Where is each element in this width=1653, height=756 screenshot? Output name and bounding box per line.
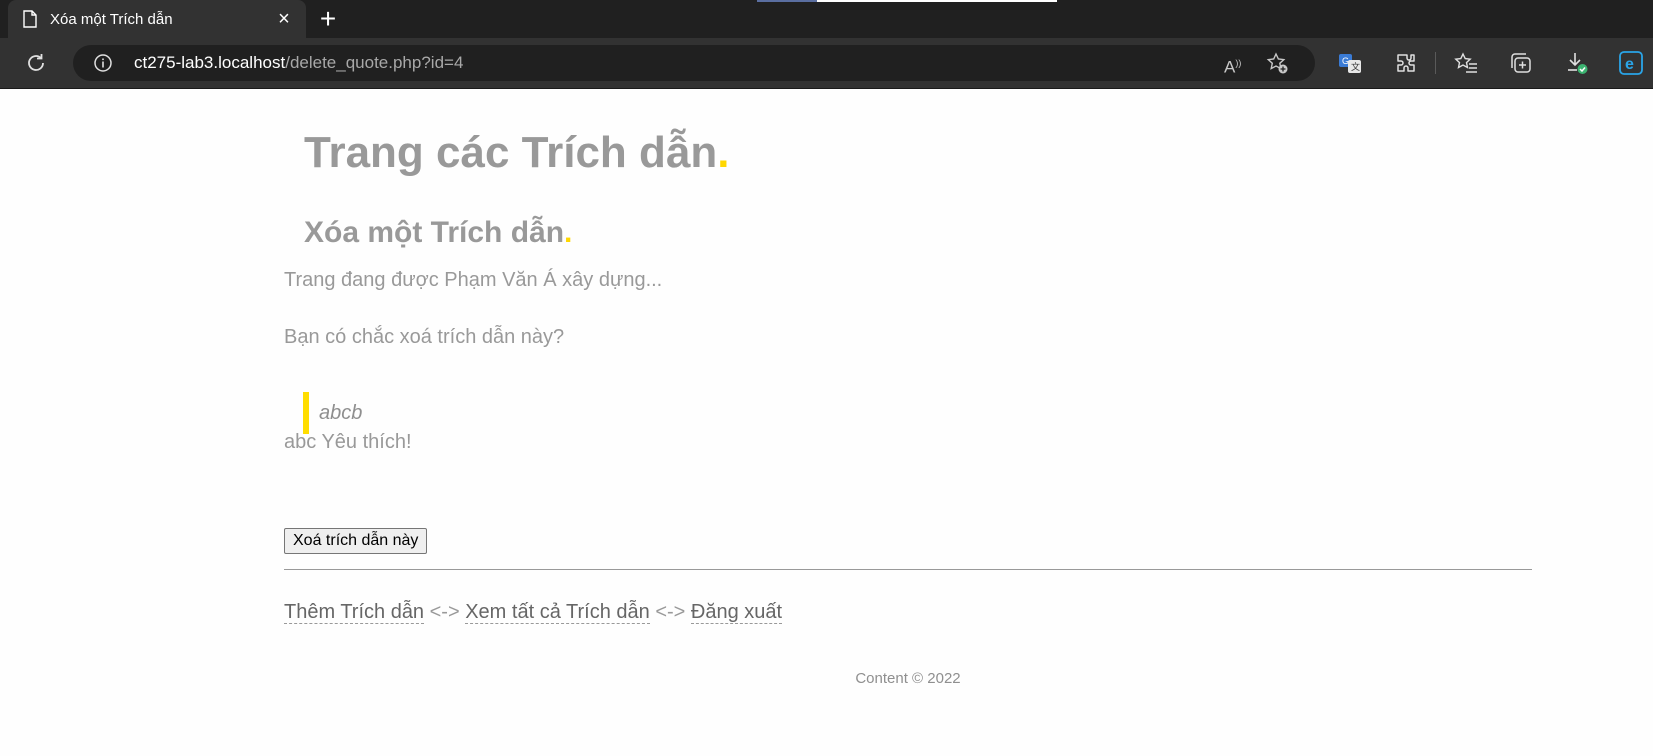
page-heading: Xóa một Trích dẫn. [304,216,572,250]
toolbar-separator [1435,52,1436,74]
svg-text:G: G [1342,56,1349,66]
browser-toolbar: ct275-lab3.localhost/delete_quote.php?id… [0,38,1653,89]
site-title-text: Trang các Trích dẫn [304,128,718,177]
edge-icon[interactable]: e [1618,50,1644,76]
tab-title: Xóa một Trích dẫn [50,10,173,28]
reload-icon[interactable] [24,51,48,75]
site-title: Trang các Trích dẫn. [304,128,730,178]
add-favorite-icon[interactable] [1265,51,1289,75]
extensions-icon[interactable] [1393,50,1419,76]
downloads-icon[interactable] [1564,50,1590,76]
svg-text:文: 文 [1351,61,1360,72]
new-tab-icon[interactable]: + [316,5,340,33]
tab-strip-indicator [757,0,1057,2]
url-text[interactable]: ct275-lab3.localhost/delete_quote.php?id… [134,53,463,73]
address-bar[interactable]: ct275-lab3.localhost/delete_quote.php?id… [73,45,1315,81]
translate-icon[interactable]: G文 [1337,50,1363,76]
building-note: Trang đang được Phạm Văn Á xây dựng... [284,269,663,291]
url-host: ct275-lab3.localhost [134,53,286,72]
view-all-quotes-link[interactable]: Xem tất cả Trích dẫn [465,601,650,624]
logout-link[interactable]: Đăng xuất [690,601,783,624]
close-icon[interactable]: × [274,9,294,29]
add-quote-link[interactable]: Thêm Trích dẫn [284,601,425,624]
svg-text:e: e [1625,56,1634,73]
page-heading-dot: . [564,216,573,249]
site-title-dot: . [717,128,730,177]
quote-author: abc Yêu thích! [284,431,412,453]
tab-bar: Xóa một Trích dẫn × + [0,0,1653,38]
quote-text: abcb [319,401,363,424]
browser-tab[interactable]: Xóa một Trích dẫn × [8,0,306,38]
info-icon[interactable] [93,53,113,73]
delete-quote-button[interactable]: Xoá trích dẫn này [284,528,428,554]
nav-separator: <-> [429,601,460,623]
read-aloud-icon[interactable]: A)) [1224,52,1246,77]
page-heading-text: Xóa một Trích dẫn [304,216,565,249]
divider [284,569,1532,570]
quote-block: abcb [303,392,362,434]
footer-copyright: Content © 2022 [855,670,961,687]
footer-nav: Thêm Trích dẫn <-> Xem tất cả Trích dẫn … [284,600,783,624]
confirm-question: Bạn có chắc xoá trích dẫn này? [284,326,565,348]
page-icon [20,9,40,29]
url-path: /delete_quote.php?id=4 [285,53,464,72]
favorites-icon[interactable] [1453,50,1479,76]
collections-icon[interactable] [1508,50,1534,76]
nav-separator: <-> [655,601,686,623]
